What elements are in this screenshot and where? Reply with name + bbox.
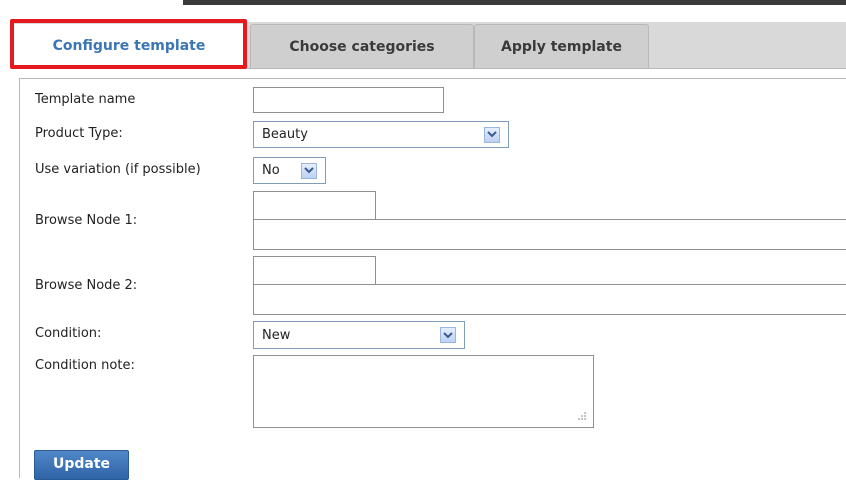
chevron-down-icon (301, 162, 317, 179)
template-name-label: Template name (35, 92, 136, 107)
template-name-input[interactable] (253, 87, 444, 113)
tab-choose-categories[interactable]: Choose categories (250, 24, 474, 68)
use-variation-value: No (262, 163, 280, 178)
top-dark-bar (183, 0, 846, 5)
browse-node-1-label: Browse Node 1: (35, 213, 138, 228)
condition-select[interactable]: New (253, 321, 465, 349)
browse-node-1-input[interactable] (253, 191, 376, 220)
tab-apply-template[interactable]: Apply template (474, 24, 649, 68)
chevron-down-icon (484, 126, 500, 143)
product-type-select[interactable]: Beauty (253, 121, 509, 148)
condition-value: New (262, 327, 291, 343)
update-button[interactable]: Update (34, 450, 129, 480)
chevron-down-icon (440, 327, 456, 343)
browse-node-2-label: Browse Node 2: (35, 278, 138, 293)
condition-note-textarea[interactable] (253, 355, 594, 428)
use-variation-select[interactable]: No (253, 157, 326, 184)
product-type-value: Beauty (262, 127, 308, 142)
resize-grip-icon[interactable] (577, 411, 587, 421)
condition-note-label: Condition note: (35, 358, 135, 373)
browse-node-2-input[interactable] (253, 256, 376, 285)
browse-node-2-path-field[interactable] (253, 284, 846, 315)
product-type-label: Product Type: (35, 126, 123, 141)
browse-node-1-path-field[interactable] (253, 219, 846, 250)
condition-label: Condition: (35, 326, 102, 341)
active-tab-highlight-box (10, 19, 247, 69)
use-variation-label: Use variation (if possible) (35, 162, 201, 177)
